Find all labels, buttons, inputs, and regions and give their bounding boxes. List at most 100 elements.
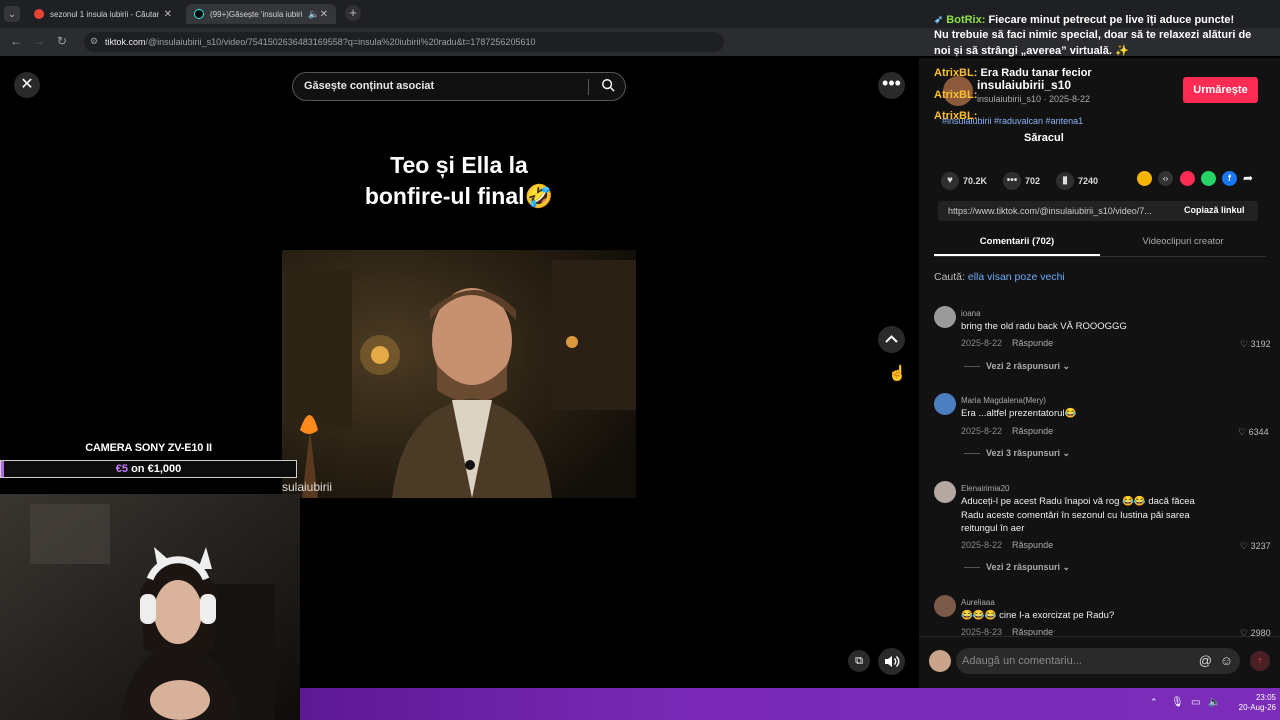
video-frame[interactable] bbox=[282, 250, 636, 498]
search-divider bbox=[588, 79, 589, 95]
clock-time: 23:05 bbox=[1255, 693, 1276, 702]
user-avatar bbox=[929, 650, 951, 672]
tray-chevron-up-icon[interactable]: ⌃ bbox=[1150, 697, 1158, 708]
comment-username[interactable]: Maria Magdalena(Mery) bbox=[961, 396, 1046, 405]
comment-username[interactable]: Elenairimia20 bbox=[961, 484, 1009, 493]
webcam-image bbox=[0, 494, 300, 720]
video-caption: Teo și Ella la bonfire-ul final🤣 bbox=[282, 150, 636, 212]
volume-icon bbox=[885, 656, 900, 667]
goal-progress-fill bbox=[1, 461, 4, 477]
comment-like[interactable]: ♡ 6344 bbox=[1238, 427, 1269, 438]
comment-meta: 2025-8-22 Răspunde bbox=[961, 426, 1053, 436]
comment-icon: ••• bbox=[1003, 172, 1021, 190]
close-tab-icon[interactable]: ✕ bbox=[164, 9, 172, 20]
reply-button[interactable]: Răspunde bbox=[1012, 338, 1053, 348]
forward-icon[interactable]: → bbox=[33, 34, 45, 48]
video-caption-line2: bonfire-ul final🤣 bbox=[364, 183, 554, 209]
post-comment-button[interactable]: ↑ bbox=[1250, 651, 1270, 671]
browser-tab-google[interactable]: sezonul 1 insula iubirii - Căutar ✕ bbox=[26, 4, 180, 24]
tab-comments[interactable]: Comentarii (702) bbox=[934, 236, 1100, 247]
tab-creator-videos[interactable]: Videoclipuri creator bbox=[1100, 236, 1266, 247]
chat-message-atrixbl: AtrixBL: Era Radu tanar fecior bbox=[934, 67, 1092, 79]
chevron-up-icon bbox=[885, 335, 898, 343]
goal-title: CAMERA SONY ZV-E10 II bbox=[85, 442, 212, 454]
mention-icon[interactable]: @ bbox=[1199, 653, 1212, 668]
browser-tab-tiktok[interactable]: (99+)Găsește 'insula iubirii 🔈 ✕ bbox=[186, 4, 336, 24]
volume-button[interactable] bbox=[878, 648, 905, 675]
goal-current: €5 bbox=[115, 463, 128, 475]
related-search-input[interactable]: Găsește conținut asociat bbox=[292, 72, 626, 101]
video-caption-line1: Teo și Ella la bbox=[390, 152, 528, 178]
network-icon[interactable]: ▭ bbox=[1191, 697, 1200, 708]
comment-username[interactable]: Aureliaaa bbox=[961, 598, 995, 607]
close-tab-icon[interactable]: ✕ bbox=[320, 9, 328, 20]
more-options-icon[interactable]: ••• bbox=[878, 72, 905, 99]
save-count: 7240 bbox=[1078, 176, 1099, 186]
chevron-down-icon: ⌄ bbox=[1062, 361, 1071, 371]
close-video-button[interactable]: ✕ bbox=[14, 72, 40, 98]
avatar[interactable] bbox=[934, 595, 956, 617]
post-meta: insulaiubirii_s10 · 2025-8-22 bbox=[977, 94, 1091, 104]
save-button[interactable]: ▮ 7240 bbox=[1056, 172, 1098, 190]
chat-message-botrix: ➶ BotRix: Fiecare minut petrecut pe live… bbox=[934, 13, 1234, 26]
like-button[interactable]: ♥ 70.2K bbox=[941, 172, 987, 190]
facebook-icon[interactable]: f bbox=[1222, 171, 1237, 186]
back-icon[interactable]: ← bbox=[10, 34, 22, 48]
emoji-icon[interactable]: ☺ bbox=[1220, 653, 1233, 668]
bookmark-icon: ▮ bbox=[1056, 172, 1074, 190]
send-icon[interactable] bbox=[1180, 171, 1195, 186]
view-replies-button[interactable]: Vezi 3 răspunsuri ⌄ bbox=[964, 448, 1070, 459]
search-suggestion[interactable]: Caută: ella visan poze vechi bbox=[934, 271, 1065, 283]
comment-like[interactable]: ♡ 2980 bbox=[1240, 628, 1271, 636]
embed-icon[interactable]: ‹› bbox=[1158, 171, 1173, 186]
search-suggestion-query[interactable]: ella visan poze vechi bbox=[968, 271, 1065, 283]
chat-user-botrix: BotRix: bbox=[946, 14, 986, 26]
url-bar[interactable]: ⚙ tiktok.com/@insulaiubirii_s10/video/75… bbox=[84, 32, 724, 52]
comment-like[interactable]: ♡ 3237 bbox=[1240, 541, 1271, 552]
rocket-icon: ➶ bbox=[934, 14, 944, 26]
microphone-icon[interactable]: 🎙 bbox=[1171, 697, 1184, 708]
new-tab-button[interactable]: + bbox=[345, 5, 361, 21]
reply-button[interactable]: Răspunde bbox=[1012, 627, 1053, 636]
view-replies-button[interactable]: Vezi 2 răspunsuri ⌄ bbox=[964, 361, 1070, 372]
like-count: 70.2K bbox=[963, 176, 988, 186]
site-info-icon[interactable]: ⚙ bbox=[90, 36, 98, 47]
tab-list-icon[interactable]: ⌄ bbox=[4, 6, 20, 22]
reply-button[interactable]: Răspunde bbox=[1012, 426, 1053, 436]
repost-icon[interactable] bbox=[1137, 171, 1152, 186]
system-clock[interactable]: 23:05 20-Aug-26 bbox=[1236, 693, 1276, 713]
view-replies-button[interactable]: Vezi 2 răspunsuri ⌄ bbox=[964, 562, 1070, 573]
chat-message-line: Nu trebuie să faci nimic special, doar s… bbox=[934, 29, 1252, 41]
chat-user-atrixbl: AtrixBL: bbox=[934, 110, 978, 122]
comment-text: bring the old radu back VĂ ROOOGGG bbox=[961, 321, 1127, 332]
speaker-icon[interactable]: 🔈 bbox=[1208, 697, 1220, 708]
comment-text: reitungul în aer bbox=[961, 523, 1025, 534]
view-replies-label: Vezi 2 răspunsuri bbox=[986, 361, 1061, 371]
picture-in-picture-icon[interactable]: ⧉ bbox=[848, 650, 870, 672]
copy-link-button[interactable]: Copiază linkul bbox=[1184, 205, 1245, 215]
whatsapp-icon[interactable] bbox=[1201, 171, 1216, 186]
chat-user-atrixbl: AtrixBL: bbox=[934, 67, 978, 79]
add-comment-input[interactable]: Adaugă un comentariu... @ ☺ bbox=[956, 648, 1240, 674]
avatar[interactable] bbox=[934, 306, 956, 328]
comment-like[interactable]: ♡ 3192 bbox=[1240, 339, 1271, 350]
url-domain: tiktok.com bbox=[105, 37, 146, 47]
video-still-image bbox=[282, 250, 636, 498]
tab-label: (99+)Găsește 'insula iubirii bbox=[210, 9, 303, 19]
follow-button[interactable]: Urmărește bbox=[1183, 77, 1258, 103]
avatar[interactable] bbox=[934, 481, 956, 503]
reply-button[interactable]: Răspunde bbox=[1012, 540, 1053, 550]
reload-icon[interactable]: ↻ bbox=[57, 34, 67, 48]
search-suggestion-prefix: Caută: bbox=[934, 271, 968, 283]
comment-username[interactable]: ioana bbox=[961, 309, 981, 318]
muted-audio-icon[interactable]: 🔈 bbox=[308, 9, 319, 20]
comment-button[interactable]: ••• 702 bbox=[1003, 172, 1040, 190]
avatar[interactable] bbox=[934, 393, 956, 415]
share-icon[interactable]: ➦ bbox=[1243, 171, 1258, 186]
creator-username[interactable]: insulaiubirii_s10 bbox=[977, 78, 1071, 92]
chat-text: Era Radu tanar fecior bbox=[977, 67, 1092, 79]
url-path: /@insulaiubirii_s10/video/75415026364831… bbox=[145, 37, 536, 47]
previous-video-button[interactable] bbox=[878, 326, 905, 353]
search-icon[interactable] bbox=[601, 78, 615, 92]
video-watermark: sulaiubirii bbox=[282, 480, 333, 494]
